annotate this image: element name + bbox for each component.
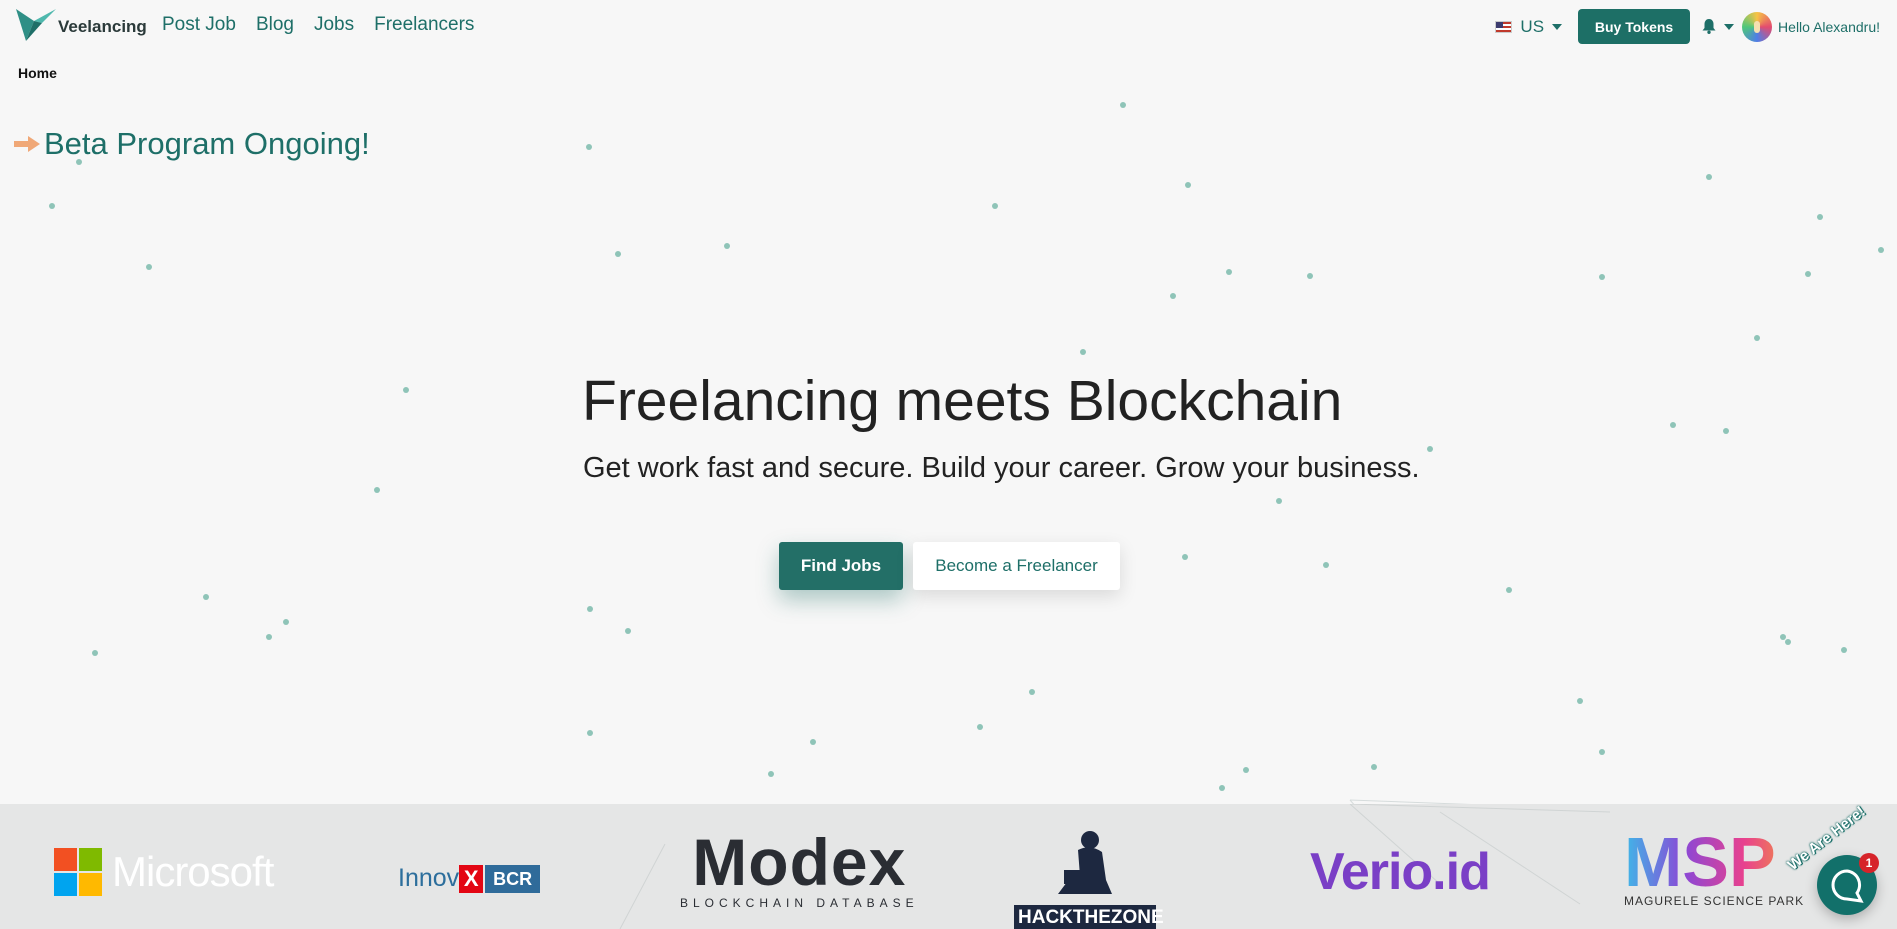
nav-right: US Buy Tokens Hello Alexandru! (1495, 9, 1880, 44)
modex-logo: Modex BLOCKCHAIN DATABASE (680, 825, 919, 910)
particle-dot (1599, 274, 1605, 280)
partners-strip: Microsoft Innov X BCR Modex BLOCKCHAIN D… (0, 804, 1897, 929)
particle-dot (1243, 767, 1249, 773)
hero-subtitle: Get work fast and secure. Build your car… (583, 452, 1420, 484)
microsoft-wordmark: Microsoft (112, 848, 274, 895)
bcr-wordmark: BCR (485, 864, 541, 893)
particle-dot (374, 487, 380, 493)
particle-dot (724, 243, 730, 249)
particle-dot (1307, 273, 1313, 279)
avatar[interactable] (1742, 11, 1773, 42)
msp-tagline: MAGURELE SCIENCE PARK (1624, 894, 1805, 908)
find-jobs-button[interactable]: Find Jobs (779, 542, 903, 590)
particle-dot (1577, 698, 1583, 704)
innovx-bcr-logo: Innov X BCR (398, 864, 541, 893)
modex-wordmark: Modex (692, 825, 907, 899)
microsoft-logo: Microsoft (54, 848, 274, 896)
brand-logo-link[interactable]: Veelancing (16, 7, 147, 41)
particle-dot (1276, 498, 1282, 504)
particle-dot (1706, 174, 1712, 180)
beta-banner-text: Beta Program Ongoing! (44, 126, 370, 161)
particle-dot (1841, 647, 1847, 653)
particle-dot (1878, 247, 1884, 253)
become-freelancer-button[interactable]: Become a Freelancer (913, 542, 1120, 590)
buy-tokens-button[interactable]: Buy Tokens (1578, 9, 1691, 44)
particle-dot (586, 144, 592, 150)
person-laptop-icon (1058, 831, 1112, 894)
chevron-down-icon (1552, 23, 1563, 30)
particle-dot (992, 203, 998, 209)
nav-blog[interactable]: Blog (256, 14, 294, 36)
particle-dot (1170, 293, 1176, 299)
particle-dot (1723, 428, 1729, 434)
particle-dot (1323, 562, 1329, 568)
beta-banner: Beta Program Ongoing! (12, 126, 370, 162)
nav-freelancers[interactable]: Freelancers (374, 14, 474, 36)
particle-dot (1427, 446, 1433, 452)
hackthezone-logo: HACKTHEZONE (1014, 830, 1164, 929)
microsoft-squares-icon (54, 848, 102, 896)
particle-dot (1080, 349, 1086, 355)
particle-dot (977, 724, 983, 730)
msp-logo: MSP MAGURELE SCIENCE PARK (1624, 827, 1805, 908)
particle-dot (1371, 764, 1377, 770)
particle-dot (146, 264, 152, 270)
particle-dot (1219, 785, 1225, 791)
particle-dot (1226, 269, 1232, 275)
top-navbar: Veelancing Post Job Blog Jobs Freelancer… (0, 0, 1897, 50)
nav-post-job[interactable]: Post Job (162, 14, 236, 36)
innov-wordmark: Innov (398, 864, 460, 892)
particle-dot (403, 387, 409, 393)
right-arrow-icon (14, 136, 40, 152)
particle-dot (625, 628, 631, 634)
particle-dot (1185, 182, 1191, 188)
hero-title: Freelancing meets Blockchain (582, 369, 1343, 433)
hackthezone-wordmark: HACKTHEZONE (1014, 905, 1164, 929)
particle-dot (1805, 271, 1811, 277)
particle-dot (1599, 749, 1605, 755)
particle-dot (1754, 335, 1760, 341)
particle-dot (266, 634, 272, 640)
chat-widget-button[interactable]: 1 (1817, 853, 1879, 915)
account-dropdown-chevron-icon[interactable] (1724, 23, 1735, 30)
nav-jobs[interactable]: Jobs (314, 14, 354, 36)
particle-dot (810, 739, 816, 745)
particle-dot (768, 771, 774, 777)
particle-dot (49, 203, 55, 209)
particle-dot (1785, 639, 1791, 645)
veelancing-logo-icon (16, 9, 56, 41)
brand-name: Veelancing (58, 17, 147, 36)
particle-dot (1182, 554, 1188, 560)
particle-dot (1780, 634, 1786, 640)
particle-dot (203, 594, 209, 600)
particle-dot (92, 650, 98, 656)
particle-dot (587, 730, 593, 736)
particle-dot (283, 619, 289, 625)
particle-dot (587, 606, 593, 612)
verio-wordmark: Verio.id (1310, 843, 1491, 901)
innov-x-mark: X (459, 864, 484, 893)
main-nav: Post Job Blog Jobs Freelancers (162, 14, 474, 36)
msp-wordmark: MSP (1624, 827, 1804, 897)
partners-network-lines (619, 804, 1611, 929)
verio-logo: Verio.id (1310, 842, 1491, 902)
particle-dot (1120, 102, 1126, 108)
particle-dot (1817, 214, 1823, 220)
user-greeting[interactable]: Hello Alexandru! (1778, 19, 1880, 35)
modex-tagline: BLOCKCHAIN DATABASE (680, 896, 919, 910)
particle-dot (1670, 422, 1676, 428)
particle-dot (615, 251, 621, 257)
us-flag-icon (1495, 20, 1513, 33)
particle-dot (1506, 587, 1512, 593)
particle-dot (1029, 689, 1035, 695)
locale-selector[interactable]: US (1495, 16, 1563, 37)
bell-icon[interactable] (1702, 19, 1716, 34)
locale-label: US (1520, 16, 1545, 36)
breadcrumb[interactable]: Home (18, 65, 57, 81)
chat-notification-badge: 1 (1859, 853, 1879, 873)
